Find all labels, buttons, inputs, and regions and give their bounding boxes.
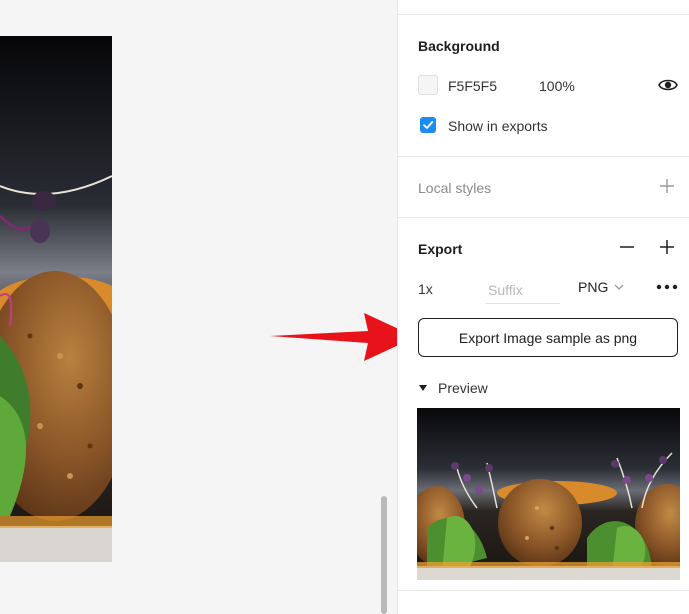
background-color-swatch[interactable] xyxy=(418,75,438,95)
export-more-options-button[interactable] xyxy=(656,278,678,296)
eye-icon[interactable] xyxy=(658,77,678,93)
canvas-image-frame[interactable] xyxy=(0,36,112,562)
export-scale-value[interactable]: 1x xyxy=(418,281,433,297)
vertical-scrollbar[interactable] xyxy=(381,496,387,614)
divider xyxy=(398,590,689,591)
chevron-down-icon xyxy=(614,284,624,290)
properties-panel: Background F5F5F5 100% Show in exports L… xyxy=(397,0,689,614)
export-preview-image xyxy=(417,408,680,580)
food-photo-crop xyxy=(0,36,112,562)
export-suffix-input[interactable] xyxy=(486,276,560,304)
plus-icon xyxy=(660,179,674,193)
export-image-button[interactable]: Export Image sample as png xyxy=(418,318,678,357)
minus-icon xyxy=(620,246,634,248)
local-styles-title: Local styles xyxy=(418,180,492,196)
preview-label: Preview xyxy=(438,380,488,396)
add-export-button[interactable] xyxy=(659,239,677,257)
background-opacity-value[interactable]: 100% xyxy=(539,78,575,94)
export-format-value: PNG xyxy=(578,279,609,295)
preview-toggle[interactable]: Preview xyxy=(418,380,488,396)
divider xyxy=(398,156,689,157)
export-format-select[interactable]: PNG xyxy=(578,279,624,295)
design-canvas[interactable] xyxy=(0,0,397,614)
export-section-title: Export xyxy=(418,241,463,257)
background-section-title: Background xyxy=(418,38,500,54)
red-arrow-annotation xyxy=(270,313,397,361)
plus-icon xyxy=(660,240,674,254)
caret-down-icon xyxy=(419,385,427,391)
checkmark-icon xyxy=(423,121,434,129)
divider xyxy=(398,14,689,15)
ellipsis-icon xyxy=(656,284,678,290)
background-hex-value[interactable]: F5F5F5 xyxy=(448,78,497,94)
show-in-exports-label: Show in exports xyxy=(448,118,548,134)
remove-export-button[interactable] xyxy=(619,239,637,257)
add-local-style-button[interactable] xyxy=(659,178,677,196)
show-in-exports-checkbox[interactable] xyxy=(420,117,436,133)
divider xyxy=(398,217,689,218)
